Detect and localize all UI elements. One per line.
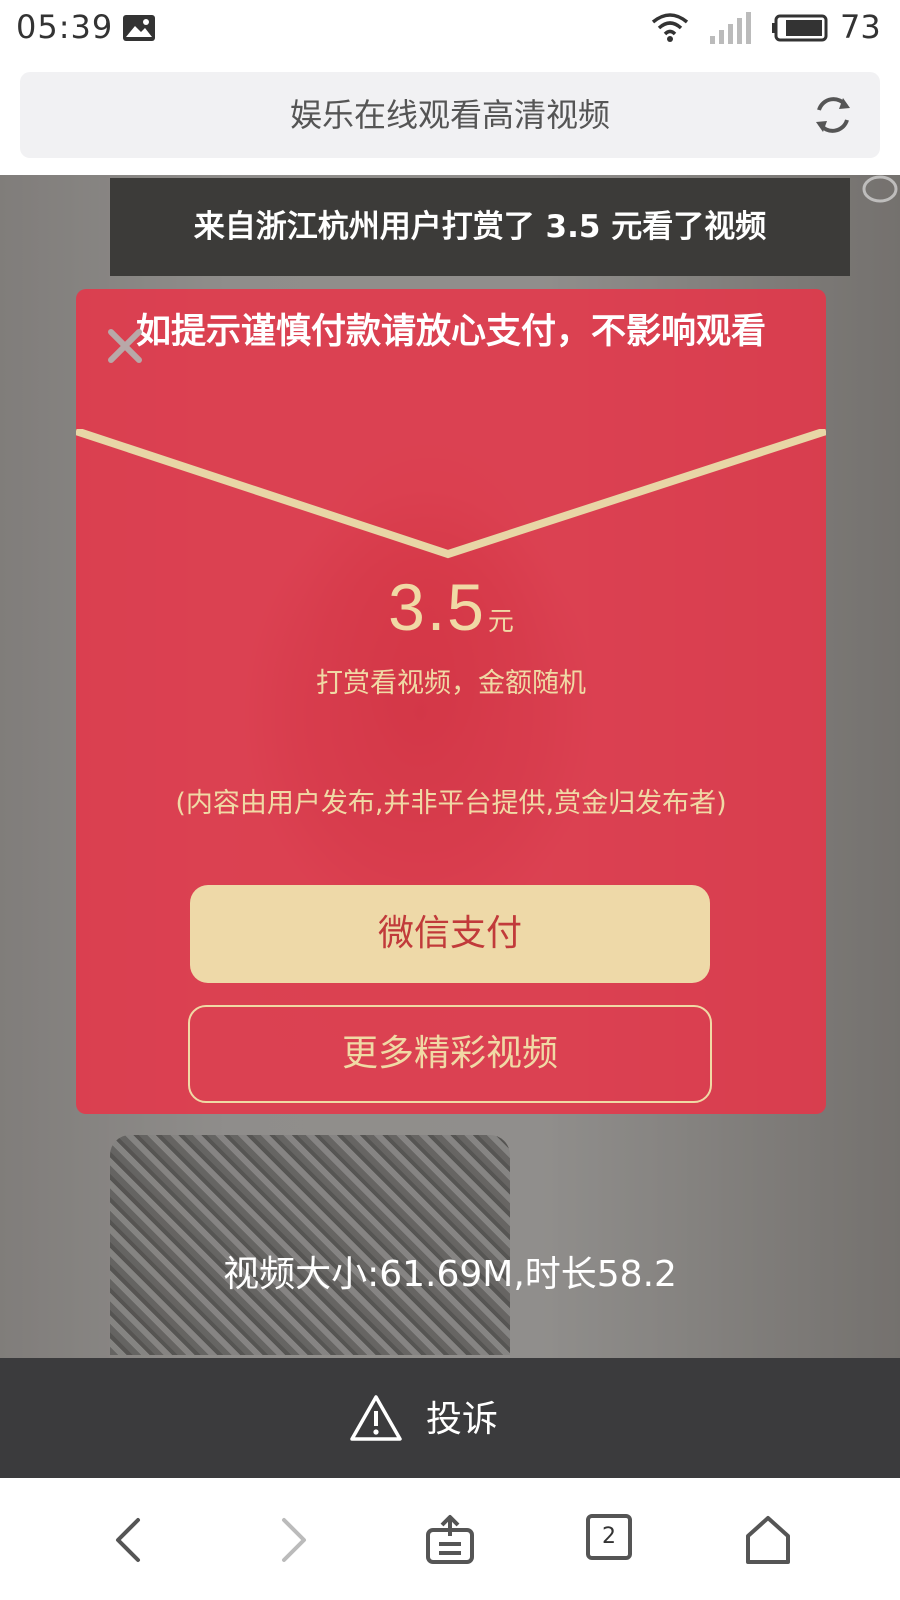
warning-triangle-icon — [350, 1395, 402, 1441]
share-icon[interactable] — [424, 1514, 476, 1566]
forward-icon[interactable] — [266, 1514, 318, 1566]
disclaimer-text: (内容由用户发布,并非平台提供,赏金归发布者) — [175, 788, 727, 819]
cell-signal-icon — [710, 12, 751, 44]
complaint-label: 投诉 — [426, 1399, 499, 1440]
video-content-area: 来自浙江杭州用户打赏了 3.5 元看了视频 如提示谨慎付款请放心支付，不影响观看… — [0, 175, 900, 1358]
amount-description: 打赏看视频，金额随机 — [316, 668, 586, 699]
status-bar: 05:39 73 — [0, 0, 900, 58]
wifi-icon — [651, 13, 689, 42]
reload-icon[interactable] — [812, 94, 854, 136]
tip-banner-text: 来自浙江杭州用户打赏了 3.5 元看了视频 — [193, 209, 767, 245]
address-bar[interactable]: 娱乐在线观看高清视频 — [20, 72, 880, 158]
amount-display: 3.5元 — [76, 569, 826, 645]
close-icon[interactable] — [106, 327, 144, 365]
envelope-flap-line — [76, 429, 826, 559]
complaint-button[interactable]: 投诉 — [0, 1358, 900, 1478]
more-videos-button[interactable]: 更多精彩视频 — [188, 1005, 712, 1103]
tabs-count: 2 — [602, 1524, 616, 1549]
chat-bubble-icon — [862, 175, 898, 203]
status-time: 05:39 — [16, 8, 114, 46]
tabs-icon[interactable]: 2 — [586, 1514, 632, 1560]
battery-icon — [772, 14, 828, 42]
back-icon[interactable] — [104, 1514, 156, 1566]
payment-warning-text: 如提示谨慎付款请放心支付，不影响观看 — [135, 312, 766, 352]
tip-banner: 来自浙江杭州用户打赏了 3.5 元看了视频 — [110, 178, 850, 276]
battery-percent: 73 — [840, 8, 881, 46]
video-info-text: 视频大小:61.69M,时长58.2 — [223, 1254, 677, 1295]
wechat-pay-button[interactable]: 微信支付 — [190, 885, 710, 983]
image-notification-icon — [123, 15, 155, 41]
home-icon[interactable] — [742, 1514, 794, 1566]
browser-toolbar: 2 — [0, 1478, 900, 1600]
amount-unit: 元 — [487, 607, 514, 637]
amount-value: 3.5 — [388, 570, 486, 644]
red-envelope-modal: 如提示谨慎付款请放心支付，不影响观看 3.5元 打赏看视频，金额随机 (内容由用… — [76, 289, 826, 1114]
page-title[interactable]: 娱乐在线观看高清视频 — [20, 72, 880, 158]
